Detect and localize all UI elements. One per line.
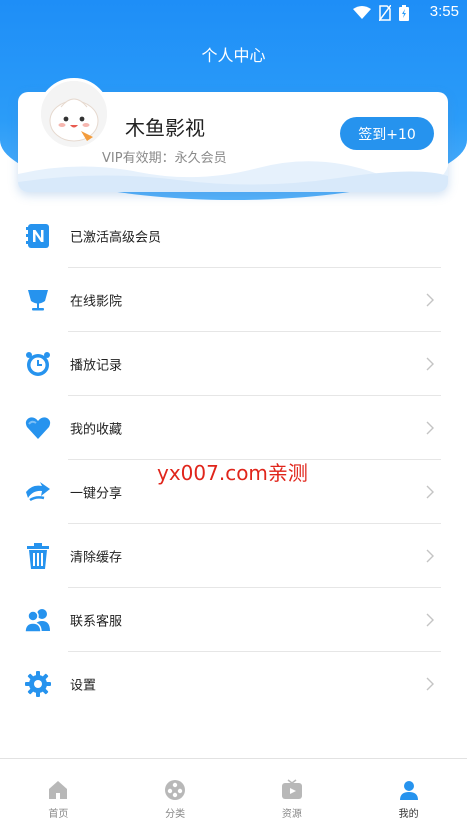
wifi-icon: [353, 6, 371, 19]
menu-item-vip[interactable]: 已激活高级会员: [0, 204, 467, 268]
no-sim-icon: [379, 5, 391, 21]
menu-label: 我的收藏: [70, 422, 123, 438]
share-icon: [26, 482, 50, 502]
tab-label: 资源: [281, 809, 302, 820]
n-badge-icon: [26, 224, 49, 248]
chevron-right-icon: [426, 677, 434, 691]
users-icon: [24, 609, 50, 633]
home-icon: [49, 781, 68, 799]
tab-mine[interactable]: 我的: [350, 759, 467, 830]
menu-list: 已激活高级会员 在线影院 播放记录 我的收藏 一键分享 清除缓存 联系客服 设置: [0, 200, 467, 712]
status-icons: [353, 4, 409, 22]
tab-label: 我的: [398, 809, 419, 820]
chevron-right-icon: [426, 485, 434, 499]
page-title: 个人中心: [201, 46, 266, 65]
gear-icon: [25, 671, 51, 697]
status-time: 3:55: [429, 3, 459, 20]
tab-resources[interactable]: 资源: [234, 759, 351, 830]
heart-icon: [25, 417, 51, 439]
alarm-clock-icon: [26, 352, 50, 376]
menu-label: 已激活高级会员: [70, 230, 162, 246]
tab-home[interactable]: 首页: [0, 759, 117, 830]
bun-mascot-icon: [41, 81, 107, 147]
user-name: 木鱼影视: [125, 116, 205, 140]
menu-item-cinema[interactable]: 在线影院: [0, 268, 467, 332]
bottom-tab-bar: 首页 分类 资源 我的: [0, 758, 467, 830]
category-icon: [165, 780, 186, 800]
menu-item-settings[interactable]: 设置: [0, 652, 467, 716]
vip-status: VIP有效期：永久会员: [102, 151, 227, 166]
menu-label: 在线影院: [70, 294, 123, 310]
cinema-cup-icon: [28, 290, 48, 311]
chevron-right-icon: [426, 421, 434, 435]
tab-label: 首页: [48, 809, 69, 820]
menu-label: 联系客服: [70, 614, 123, 630]
card-wave-decoration: [18, 161, 448, 192]
chevron-right-icon: [426, 613, 434, 627]
menu-item-clear-cache[interactable]: 清除缓存: [0, 524, 467, 588]
battery-charging-icon: [399, 5, 409, 21]
menu-item-history[interactable]: 播放记录: [0, 332, 467, 396]
menu-label: 播放记录: [70, 358, 123, 374]
signin-button[interactable]: 签到+10: [340, 117, 434, 150]
chevron-right-icon: [426, 293, 434, 307]
menu-label: 清除缓存: [70, 550, 123, 566]
status-bar: 3:55: [0, 0, 467, 26]
chevron-right-icon: [426, 549, 434, 563]
tab-category[interactable]: 分类: [117, 759, 234, 830]
menu-item-favorites[interactable]: 我的收藏: [0, 396, 467, 460]
tv-icon: [281, 779, 302, 799]
profile-icon: [399, 781, 418, 800]
watermark-text: yx007.com亲测: [157, 461, 308, 485]
avatar[interactable]: [38, 78, 110, 150]
menu-label: 一键分享: [70, 486, 123, 502]
profile-page: 3:55 个人中心 签到+10 木鱼影视 VIP有效期：永久会员 已激活高级会员: [0, 0, 467, 830]
trash-icon: [27, 543, 49, 569]
tab-label: 分类: [165, 809, 186, 820]
menu-label: 设置: [70, 678, 97, 694]
menu-item-support[interactable]: 联系客服: [0, 588, 467, 652]
chevron-right-icon: [426, 357, 434, 371]
